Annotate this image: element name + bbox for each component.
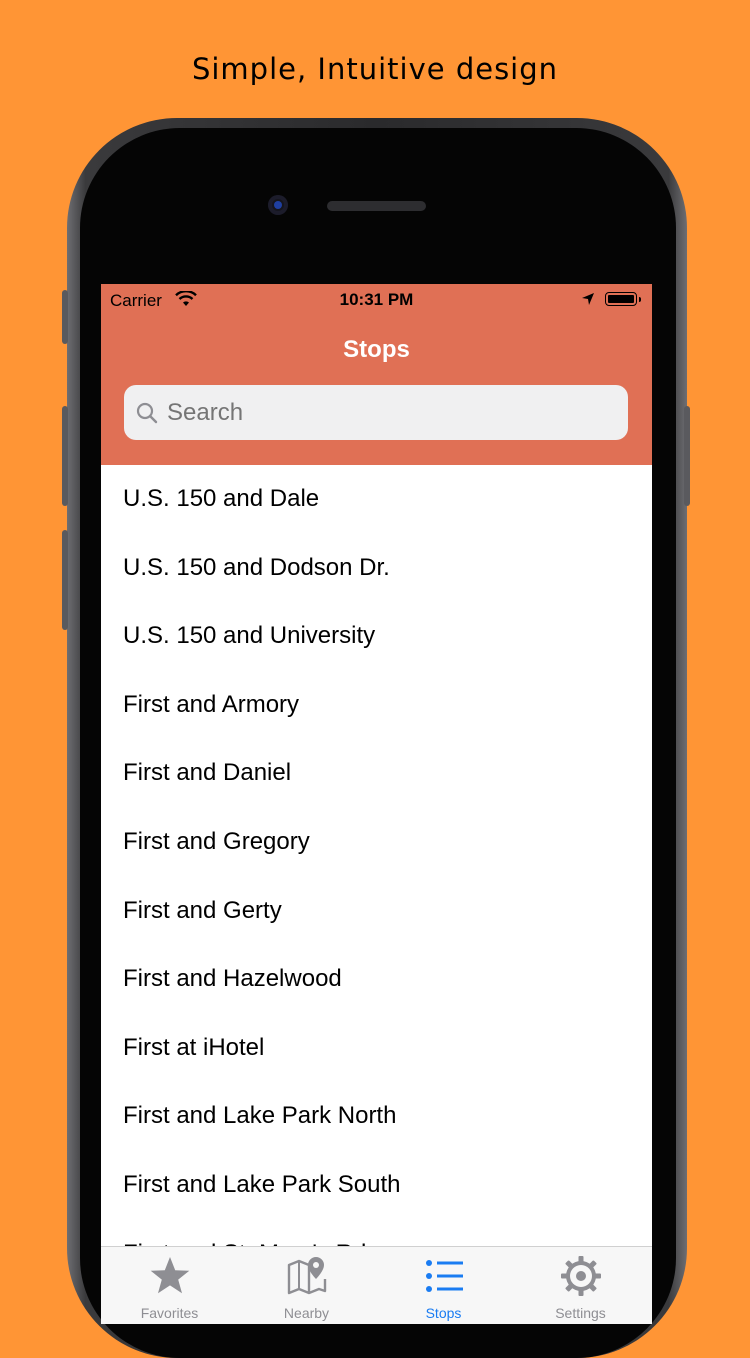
list-item[interactable]: First and Armory [101,671,652,740]
list-item[interactable]: First and Gerty [101,877,652,946]
list-item[interactable]: U.S. 150 and University [101,602,652,671]
tab-settings[interactable]: Settings [512,1247,649,1324]
app-screen: Carrier 10:31 PM Stops U.S. 150 and Dale… [101,284,652,1324]
list-item[interactable]: First and Hazelwood [101,945,652,1014]
status-time: 10:31 PM [339,290,414,309]
tab-label: Settings [555,1305,606,1321]
tab-label: Favorites [140,1305,199,1321]
map-pin-icon [287,1257,327,1295]
navigation-bar: Carrier 10:31 PM Stops [101,284,652,465]
promo-caption: Simple, Intuitive design [191,52,559,86]
stops-list: U.S. 150 and Dale U.S. 150 and Dodson Dr… [101,465,652,1288]
location-arrow-icon [582,293,594,305]
tab-bar: Favorites Nearby Stops Settings [101,1246,652,1324]
tab-stops[interactable]: Stops [375,1247,512,1324]
tab-favorites[interactable]: Favorites [101,1247,238,1324]
power-button [684,406,690,506]
star-icon [150,1257,190,1294]
tab-label: Nearby [283,1305,330,1321]
mute-switch [62,290,68,344]
status-bar: Carrier 10:31 PM [101,284,652,316]
list-item[interactable]: First and Lake Park North [101,1082,652,1151]
search-bar[interactable] [124,385,628,440]
battery-icon [605,292,641,306]
search-icon [136,402,158,424]
volume-up-button [62,406,68,506]
tab-label: Stops [425,1305,462,1321]
list-icon [426,1260,463,1292]
search-input[interactable] [167,385,607,440]
tab-nearby[interactable]: Nearby [238,1247,375,1324]
list-item[interactable]: First and Daniel [101,739,652,808]
list-item[interactable]: First and Gregory [101,808,652,877]
volume-down-button [62,530,68,630]
front-camera [268,195,288,215]
gear-icon [561,1256,601,1296]
page-title: Stops [343,336,410,363]
earpiece-speaker [327,201,426,211]
list-item[interactable]: U.S. 150 and Dale [101,465,652,534]
list-item[interactable]: First at iHotel [101,1014,652,1083]
list-item[interactable]: First and Lake Park South [101,1151,652,1220]
list-item[interactable]: U.S. 150 and Dodson Dr. [101,534,652,603]
